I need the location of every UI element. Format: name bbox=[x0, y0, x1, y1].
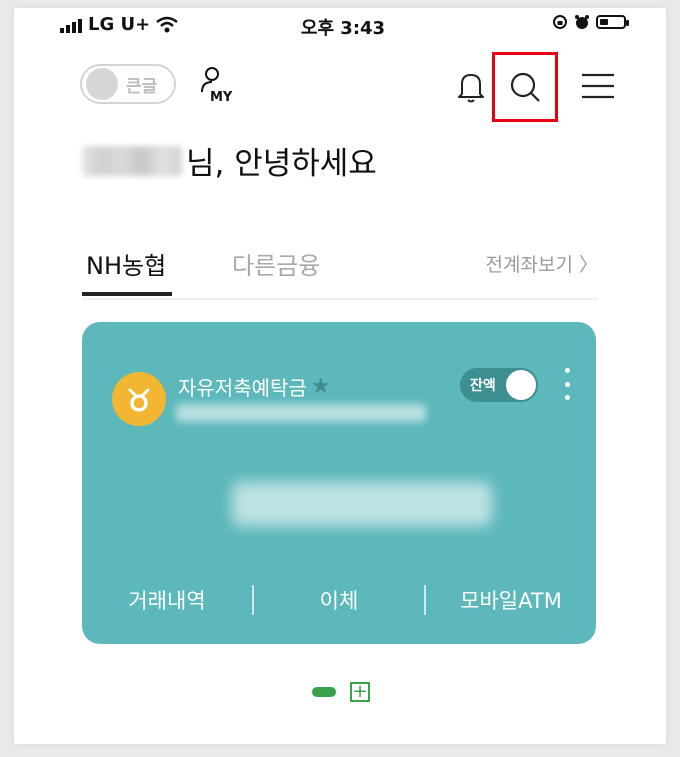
favorite-star-icon[interactable]: ★ bbox=[311, 374, 331, 399]
phone-screen: LG U+ 오후 3:43 큰글 MY 님, 안녕하세요 NH농협 다른금융 전… bbox=[14, 8, 666, 744]
greeting-text: 님, 안녕하세요 bbox=[186, 146, 377, 182]
battery-icon bbox=[596, 15, 629, 29]
blurred-user-name bbox=[82, 145, 182, 176]
bank-tabs: NH농협 다른금융 전계좌보기 〉 bbox=[81, 238, 598, 300]
status-bar: LG U+ 오후 3:43 bbox=[60, 14, 629, 39]
account-icon bbox=[112, 372, 166, 426]
toggle-knob bbox=[86, 68, 118, 100]
my-page-button[interactable]: MY bbox=[200, 66, 240, 108]
rotation-lock-icon bbox=[553, 15, 567, 29]
add-account-button[interactable]: + bbox=[350, 682, 370, 702]
big-font-label: 큰글 bbox=[126, 76, 158, 97]
tab-other-finance[interactable]: 다른금융 bbox=[232, 246, 320, 281]
transfer-button[interactable]: 이체 bbox=[254, 585, 424, 615]
account-name: 자유저축예탁금 ★ bbox=[178, 372, 331, 401]
card-pager: + bbox=[312, 682, 370, 702]
more-options-icon[interactable] bbox=[562, 368, 572, 400]
notification-bell-icon[interactable] bbox=[456, 70, 486, 104]
top-header: 큰글 MY bbox=[80, 52, 614, 122]
search-icon bbox=[510, 72, 540, 102]
card-actions: 거래내역 이체 모바일ATM bbox=[82, 580, 596, 620]
greeting: 님, 안녕하세요 bbox=[82, 138, 377, 183]
balance-toggle-knob bbox=[506, 370, 536, 400]
account-card[interactable]: 자유저축예탁금 ★ 잔액 거래내역 이체 모바일ATM bbox=[82, 322, 596, 644]
pig-coin-icon bbox=[128, 388, 150, 412]
status-time: 오후 3:43 bbox=[300, 18, 386, 39]
big-font-toggle[interactable]: 큰글 bbox=[80, 64, 176, 104]
tab-nh[interactable]: NH농협 bbox=[81, 246, 173, 296]
search-button[interactable] bbox=[492, 52, 558, 122]
blurred-account-number bbox=[176, 404, 426, 422]
transaction-history-button[interactable]: 거래내역 bbox=[82, 585, 252, 615]
mobile-atm-button[interactable]: 모바일ATM bbox=[426, 585, 596, 615]
status-right bbox=[552, 14, 629, 30]
pager-dot-active[interactable] bbox=[312, 687, 336, 697]
hamburger-menu-icon[interactable] bbox=[582, 72, 614, 100]
my-label: MY bbox=[210, 90, 233, 105]
view-all-accounts-link[interactable]: 전계좌보기 〉 bbox=[486, 250, 598, 277]
blurred-balance-amount bbox=[232, 482, 492, 526]
balance-toggle-label: 잔액 bbox=[470, 378, 496, 394]
balance-toggle[interactable]: 잔액 bbox=[460, 368, 538, 402]
account-name-text: 자유저축예탁금 bbox=[178, 376, 307, 400]
alarm-icon bbox=[575, 15, 589, 29]
